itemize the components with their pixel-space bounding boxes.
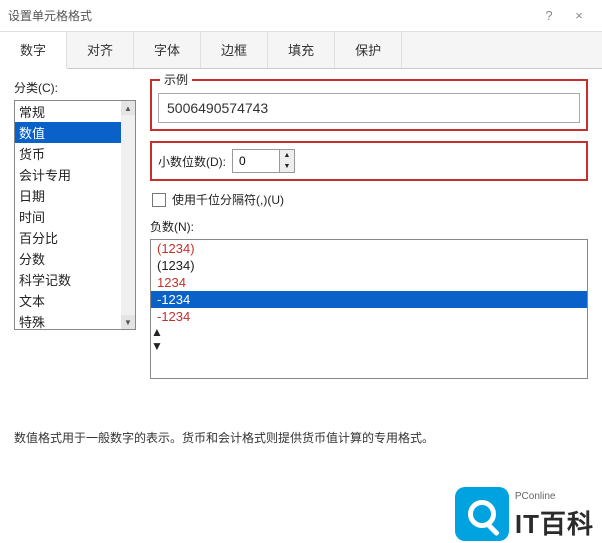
help-button[interactable]: ? [534,8,564,23]
category-list[interactable]: 常规 数值 货币 会计专用 日期 时间 百分比 分数 科学记数 文本 特殊 自定… [14,100,136,330]
watermark: PConline IT百科 [455,487,594,541]
sample-box: 示例 5006490574743 [150,79,588,131]
list-item[interactable]: (1234) [151,240,587,257]
decimal-label: 小数位数(D): [158,153,226,170]
list-item[interactable]: 时间 [15,206,135,227]
titlebar: 设置单元格格式 ? × [0,0,602,32]
spinner-up-icon[interactable]: ▲ [280,150,294,161]
scrollbar[interactable]: ▲ ▼ [151,325,587,353]
list-item[interactable]: 货币 [15,143,135,164]
thousands-checkbox[interactable] [152,193,166,207]
negative-list[interactable]: (1234) (1234) 1234 -1234 -1234 ▲ ▼ [150,239,588,379]
window-title: 设置单元格格式 [8,7,534,24]
decimal-box: 小数位数(D): ▲ ▼ [150,141,588,181]
description-text: 数值格式用于一般数字的表示。货币和会计格式则提供货币值计算的专用格式。 [14,429,588,446]
content-area: 分类(C): 常规 数值 货币 会计专用 日期 时间 百分比 分数 科学记数 文… [0,69,602,456]
list-item[interactable]: 科学记数 [15,269,135,290]
close-button[interactable]: × [564,8,594,23]
list-item[interactable]: 百分比 [15,227,135,248]
list-item[interactable]: 特殊 [15,311,135,330]
list-item[interactable]: 日期 [15,185,135,206]
list-item[interactable]: -1234 [151,291,587,308]
decimal-spinner[interactable]: ▲ ▼ [232,149,295,173]
thousands-label: 使用千位分隔符(,)(U) [172,191,284,208]
sample-value: 5006490574743 [158,93,580,123]
list-item[interactable]: -1234 [151,308,587,325]
scroll-down-icon[interactable]: ▼ [121,315,135,329]
watermark-big: IT百科 [515,504,594,541]
category-label: 分类(C): [14,79,136,96]
tab-protect[interactable]: 保护 [335,32,402,68]
tab-border[interactable]: 边框 [201,32,268,68]
scroll-up-icon[interactable]: ▲ [121,101,135,115]
tab-font[interactable]: 字体 [134,32,201,68]
list-item[interactable]: 分数 [15,248,135,269]
tab-bar: 数字 对齐 字体 边框 填充 保护 [0,32,602,69]
tab-fill[interactable]: 填充 [268,32,335,68]
scroll-down-icon[interactable]: ▼ [151,339,587,353]
tab-number[interactable]: 数字 [0,32,67,69]
watermark-small: PConline [515,491,556,502]
list-item[interactable]: 常规 [15,101,135,122]
list-item[interactable]: 数值 [15,122,135,143]
thousands-row[interactable]: 使用千位分隔符(,)(U) [152,191,588,208]
scroll-up-icon[interactable]: ▲ [151,325,587,339]
magnifier-icon [455,487,509,541]
scrollbar[interactable]: ▲ ▼ [121,101,135,329]
decimal-input[interactable] [233,150,279,172]
list-item[interactable]: 文本 [15,290,135,311]
sample-label: 示例 [160,71,192,88]
list-item[interactable]: 1234 [151,274,587,291]
list-item[interactable]: 会计专用 [15,164,135,185]
tab-align[interactable]: 对齐 [67,32,134,68]
negative-label: 负数(N): [150,218,588,235]
spinner-down-icon[interactable]: ▼ [280,161,294,172]
list-item[interactable]: (1234) [151,257,587,274]
